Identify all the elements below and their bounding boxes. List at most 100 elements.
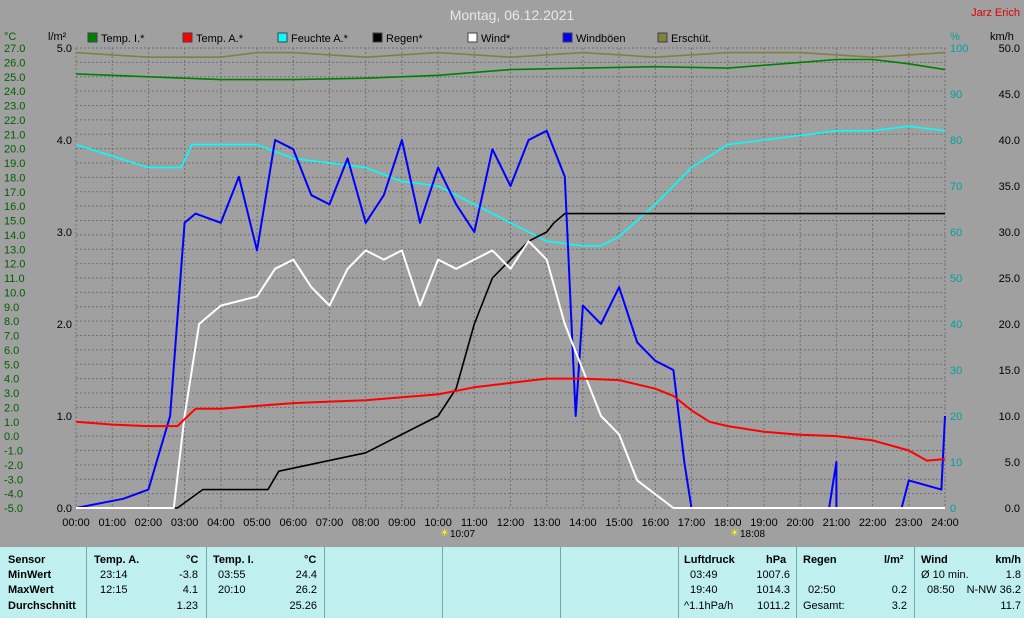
x-tick-label: 09:00 — [388, 517, 416, 529]
sunrise-time: 10:07 — [450, 529, 475, 540]
temp-tick-label: -1.0 — [4, 446, 23, 458]
wind-avg-label: Ø 10 min. — [921, 569, 969, 581]
hum-tick-label: 80 — [950, 135, 962, 147]
legend-swatch — [372, 32, 383, 43]
legend-swatch — [87, 32, 98, 43]
pressure-avg-value: 1011.2 — [757, 600, 790, 612]
rain-tick-label: 1.0 — [57, 411, 72, 423]
pressure-max-value: 1014.3 — [756, 584, 790, 596]
temp-tick-label: 5.0 — [4, 359, 19, 371]
pressure-unit: hPa — [766, 554, 787, 566]
legend: Temp. I.* Temp. A.* Feuchte A.* Regen* Wind*… — [87, 32, 711, 45]
x-tick-label: 02:00 — [135, 517, 163, 529]
temp-tick-label: 13.0 — [4, 244, 25, 256]
rain-max-value: 0.2 — [891, 584, 907, 596]
temp-tick-label: 3.0 — [4, 388, 19, 400]
temp-unit-label: °C — [4, 31, 16, 43]
x-tick-label: 17:00 — [678, 517, 706, 529]
hum-tick-label: 90 — [950, 89, 962, 101]
hum-tick-label: 40 — [950, 319, 962, 331]
rain-max-time: 02:50 — [808, 584, 836, 596]
temp-tick-label: 9.0 — [4, 302, 19, 314]
x-tick-label: 00:00 — [62, 517, 90, 529]
temp-a-max-time: 12:15 — [100, 584, 128, 596]
temp-tick-label: 10.0 — [4, 287, 25, 299]
temp-tick-label: -2.0 — [4, 460, 23, 472]
wind-avg-value: 1.8 — [1005, 569, 1021, 581]
temp-tick-label: -5.0 — [4, 503, 23, 515]
temp-tick-label: 22.0 — [4, 115, 25, 127]
hum-tick-label: 60 — [950, 227, 962, 239]
temp-a-min-value: -3.8 — [179, 569, 198, 581]
x-tick-label: 15:00 — [605, 517, 633, 529]
x-tick-label: 23:00 — [895, 517, 923, 529]
temp-tick-label: 1.0 — [4, 417, 19, 429]
x-tick-label: 07:00 — [316, 517, 344, 529]
temp-tick-label: 18.0 — [4, 172, 25, 184]
temp-i-min-time: 03:55 — [218, 569, 246, 581]
max-row-label: MaxWert — [8, 584, 54, 596]
hum-tick-label: 30 — [950, 365, 962, 377]
rain-total-label: Gesamt: — [803, 600, 845, 612]
pressure-header: Luftdruck — [684, 554, 735, 566]
x-tick-label: 06:00 — [279, 517, 307, 529]
rain-tick-label: 3.0 — [57, 227, 72, 239]
temp-i-avg-value: 25.26 — [289, 600, 317, 612]
pressure-max-time: 19:40 — [690, 584, 718, 596]
legend-label: Temp. I.* — [101, 33, 145, 45]
x-tick-label: 05:00 — [243, 517, 271, 529]
x-tick-label: 04:00 — [207, 517, 235, 529]
wind-tick-label: 50.0 — [999, 43, 1020, 55]
wind-tick-label: 5.0 — [1005, 457, 1020, 469]
wind-tick-label: 25.0 — [999, 273, 1020, 285]
x-tick-label: 03:00 — [171, 517, 199, 529]
temp-tick-label: 0.0 — [4, 431, 19, 443]
hum-tick-label: 50 — [950, 273, 962, 285]
wind-tick-label: 15.0 — [999, 365, 1020, 377]
wind-tick-label: 10.0 — [999, 411, 1020, 423]
hum-unit-label: % — [950, 31, 960, 43]
rain-tick-label: 5.0 — [57, 43, 72, 55]
temp-tick-label: 16.0 — [4, 201, 25, 213]
temp-tick-label: 20.0 — [4, 144, 25, 156]
wind-tick-label: 45.0 — [999, 89, 1020, 101]
wind-unit: km/h — [995, 554, 1021, 566]
wind-max-value: N-NW 36.2 — [966, 584, 1021, 596]
temp-i-min-value: 24.4 — [295, 569, 317, 581]
temp-i-header: Temp. I. — [213, 554, 254, 566]
rain-tick-label: 4.0 — [57, 135, 72, 147]
temp-i-max-time: 20:10 — [218, 584, 246, 596]
temp-tick-label: 2.0 — [4, 402, 19, 414]
x-tick-label: 24:00 — [931, 517, 959, 529]
rain-unit: l/m² — [884, 554, 904, 566]
svg-text:☀: ☀ — [730, 528, 739, 539]
legend-swatch — [467, 32, 478, 43]
temp-tick-label: -3.0 — [4, 474, 23, 486]
x-tick-label: 19:00 — [750, 517, 778, 529]
legend-swatch — [562, 32, 573, 43]
rain-tick-label: 0.0 — [57, 503, 72, 515]
weather-chart: Montag, 06.12.2021 Jarz Erich Temp. I.* T… — [4, 7, 1020, 540]
wind-tick-label: 30.0 — [999, 227, 1020, 239]
temp-tick-label: -4.0 — [4, 489, 23, 501]
rain-tick-label: 2.0 — [57, 319, 72, 331]
temp-a-max-value: 4.1 — [182, 584, 198, 596]
x-tick-label: 22:00 — [859, 517, 887, 529]
temp-a-avg-value: 1.23 — [176, 600, 198, 612]
avg-row-label: Durchschnitt — [8, 600, 76, 612]
pressure-min-time: 03:49 — [690, 569, 718, 581]
sunrise-marker: ☀ 10:07 — [440, 528, 475, 540]
statistics-table: Sensor MinWert MaxWert Durchschnitt Temp… — [0, 547, 1024, 618]
min-row-label: MinWert — [8, 569, 52, 581]
svg-text:☀: ☀ — [440, 528, 449, 539]
x-tick-label: 21:00 — [823, 517, 851, 529]
chart-title: Montag, 06.12.2021 — [450, 7, 575, 23]
hum-tick-label: 0 — [950, 503, 956, 515]
legend-swatch — [182, 32, 193, 43]
hum-tick-label: 10 — [950, 457, 962, 469]
hum-tick-label: 70 — [950, 181, 962, 193]
pressure-trend: ^1.1hPa/h — [684, 600, 734, 612]
sunset-marker: ☀ 18:08 — [730, 528, 765, 540]
temp-tick-label: 24.0 — [4, 86, 25, 98]
x-tick-label: 12:00 — [497, 517, 525, 529]
